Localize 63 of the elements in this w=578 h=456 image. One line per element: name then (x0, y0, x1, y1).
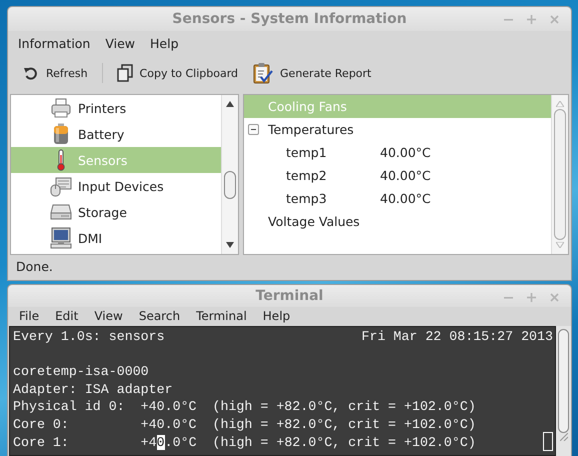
sensor-value: 40.00°C (380, 191, 431, 206)
maximize-icon[interactable] (527, 293, 536, 302)
printer-icon (51, 98, 71, 118)
battery-icon (51, 123, 71, 145)
refresh-icon (23, 65, 39, 81)
scrollbar[interactable] (221, 95, 238, 254)
block-cursor-icon (543, 432, 553, 451)
terminal-line: Adapter: ISA adapter (13, 380, 174, 398)
keyboard-mouse-icon (50, 175, 72, 197)
menu-item[interactable]: File (19, 309, 40, 323)
copy-icon (116, 64, 133, 82)
menu-item[interactable]: Information (18, 36, 90, 50)
terminal-line: Every 1.0s: sensors (13, 328, 165, 346)
status-text: Done. (15, 258, 54, 276)
sidebar-item[interactable]: Battery (11, 121, 221, 147)
scroll-down-icon[interactable] (226, 242, 234, 248)
toolbar-button[interactable]: Copy to Clipboard (112, 61, 244, 85)
tree-row[interactable]: temp1 40.00°C (244, 141, 551, 164)
menu-item[interactable]: Help (150, 36, 179, 50)
sidebar-item[interactable]: Storage (11, 199, 221, 225)
sensor-name: temp2 (286, 168, 328, 183)
scrollbar-thumb[interactable] (554, 109, 566, 240)
close-icon[interactable] (550, 15, 559, 24)
terminal-line: coretemp-isa-0000 (13, 363, 150, 381)
maximize-icon[interactable] (527, 15, 536, 24)
menu-item[interactable]: View (94, 309, 123, 323)
menu-item[interactable]: Help (262, 309, 290, 323)
window-title: Sensors - System Information (172, 11, 407, 27)
sensor-value: 40.00°C (380, 168, 431, 183)
clipboard-check-icon (253, 62, 274, 84)
menu-item[interactable]: View (105, 36, 136, 50)
sidebar-item[interactable]: Input Devices (11, 173, 221, 199)
hard-drive-icon (50, 203, 72, 221)
close-icon[interactable] (550, 293, 559, 302)
scrollbar-thumb[interactable] (224, 170, 236, 198)
scroll-up-icon[interactable] (226, 101, 234, 107)
terminal-line: Fri Mar 22 08:15:27 2013 (361, 328, 553, 346)
sidebar-item[interactable]: Printers (11, 95, 221, 121)
menu-item[interactable]: Edit (55, 309, 78, 323)
sensor-name: temp1 (286, 145, 328, 160)
thermometer-icon (56, 149, 66, 171)
terminal-line: Core 0: +40.0°C (high = +82.0°C, crit = +102.0°C) (13, 416, 477, 434)
terminal-line: Physical id 0: +40.0°C (high = +82.0°C, crit = +102.0°C) (13, 398, 477, 416)
menu-item[interactable]: Terminal (196, 309, 247, 323)
scrollbar-thumb[interactable] (558, 329, 569, 433)
window-title: Terminal (256, 288, 324, 304)
tree-row[interactable]: temp2 40.00°C (244, 164, 551, 187)
terminal-line: Core 1: +40.0°C (high = +82.0°C, crit = +102.0°C) (13, 434, 477, 452)
scrollbar[interactable] (556, 326, 571, 456)
tree-row[interactable]: temp3 40.00°C (244, 187, 551, 210)
tree-row[interactable]: Temperatures (244, 118, 551, 141)
sensor-value: 40.00°C (380, 145, 431, 160)
toolbar-button[interactable]: Refresh (18, 62, 93, 84)
menu-item[interactable]: Search (138, 309, 180, 323)
collapse-icon[interactable] (248, 124, 259, 135)
sensor-name: temp3 (286, 191, 328, 206)
scrollbar[interactable] (551, 95, 568, 254)
sidebar-item[interactable]: DMI (11, 225, 221, 251)
computer-monitor-icon (50, 227, 72, 249)
resize-grip-icon[interactable] (560, 433, 568, 441)
tree-row[interactable]: Voltage Values (244, 210, 551, 233)
toolbar-button[interactable]: Generate Report (248, 59, 376, 87)
terminal-screen[interactable] (9, 326, 556, 456)
